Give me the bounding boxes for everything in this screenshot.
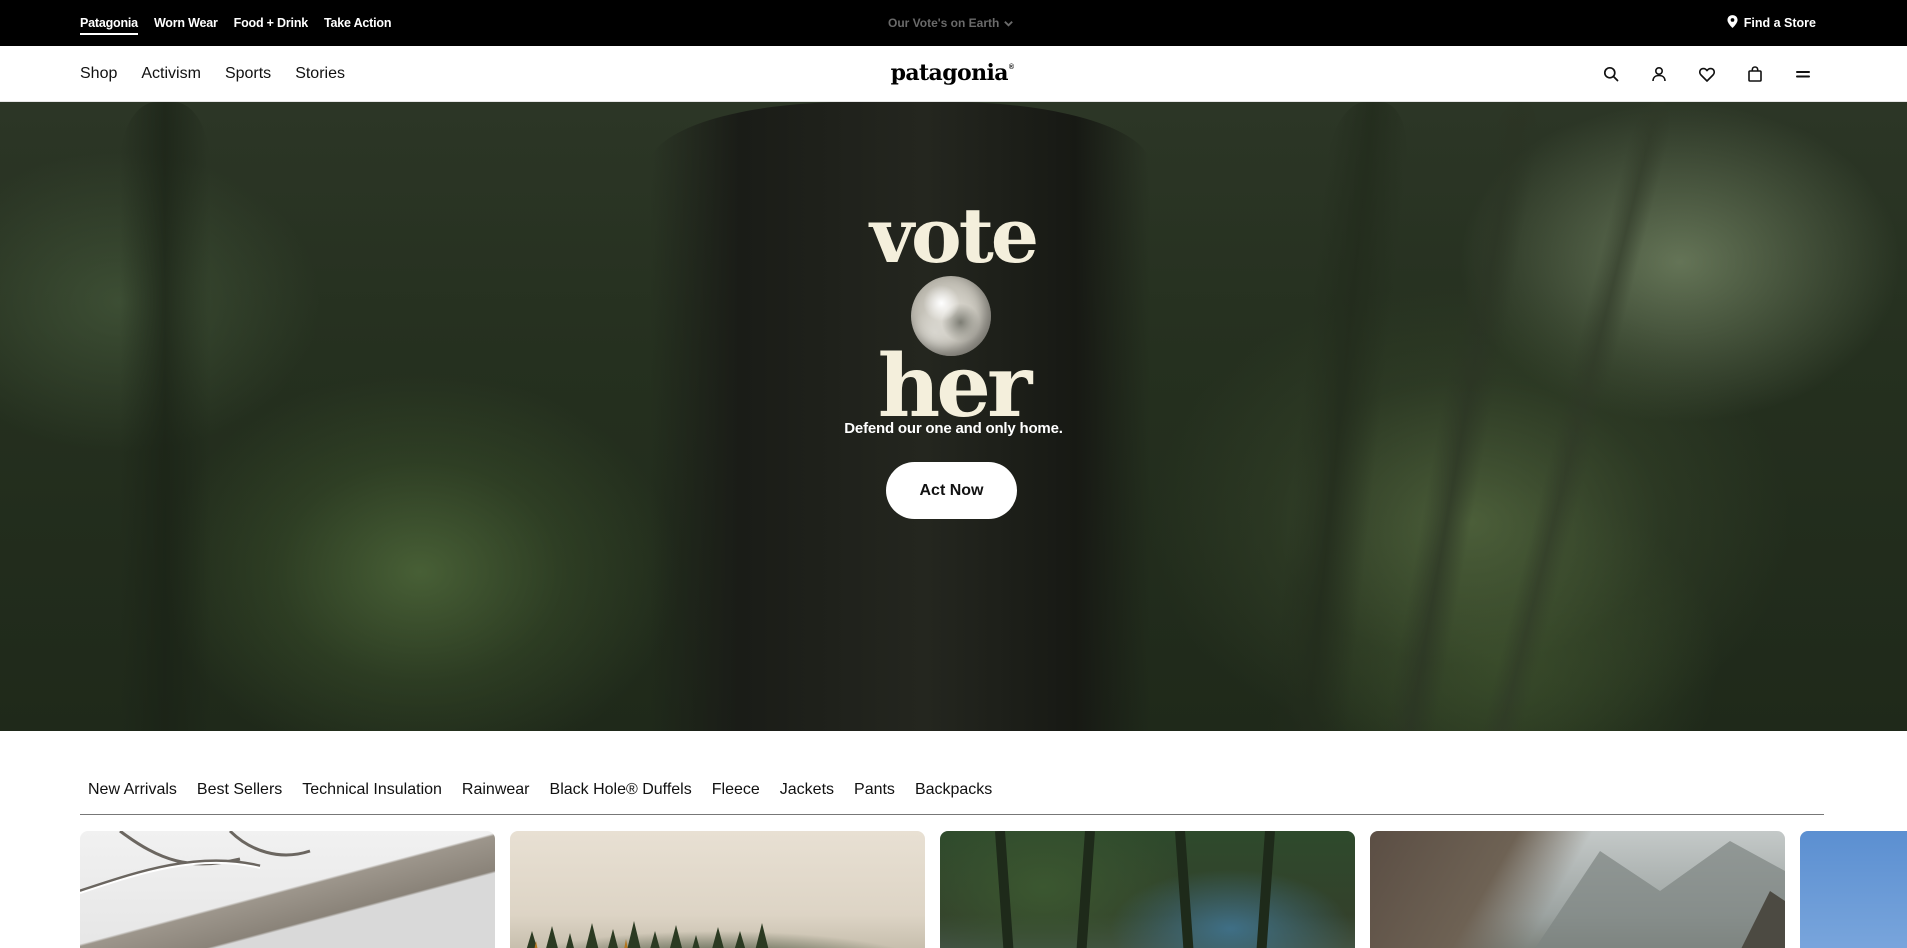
tab-rainwear[interactable]: Rainwear (462, 781, 530, 799)
act-now-button[interactable]: Act Now (886, 462, 1017, 519)
announcement-text: Our Vote's on Earth (888, 16, 1000, 30)
utility-link-food-drink[interactable]: Food + Drink (234, 0, 309, 46)
tab-backpacks[interactable]: Backpacks (915, 781, 992, 799)
tab-fleece[interactable]: Fleece (712, 781, 760, 799)
search-icon[interactable] (1601, 64, 1621, 84)
hero-banner: vote her Defend our one and only home. A… (0, 102, 1907, 731)
nav-icons (1601, 46, 1813, 102)
utility-link-patagonia[interactable]: Patagonia (80, 0, 138, 46)
carousel-card-forest-horizon[interactable] (510, 831, 925, 948)
snowy-branches-image (80, 831, 311, 894)
nav-link-sports[interactable]: Sports (225, 65, 271, 83)
pine-treeline-image (526, 921, 769, 948)
hero-subtitle: Defend our one and only home. (844, 420, 1063, 437)
category-list: New Arrivals Best Sellers Technical Insu… (88, 781, 992, 799)
creek-forest-image (995, 831, 1275, 948)
product-carousel (80, 831, 1907, 948)
category-tabs: New Arrivals Best Sellers Technical Insu… (80, 770, 1824, 815)
tab-technical-insulation[interactable]: Technical Insulation (302, 781, 442, 799)
chevron-down-icon (1003, 18, 1014, 29)
hero-headline-vote: vote (869, 191, 1039, 280)
utility-bar: Patagonia Worn Wear Food + Drink Take Ac… (0, 0, 1907, 46)
menu-icon[interactable] (1793, 64, 1813, 84)
nav-link-stories[interactable]: Stories (295, 65, 345, 83)
utility-link-worn-wear[interactable]: Worn Wear (154, 0, 218, 46)
location-pin-icon (1727, 15, 1738, 31)
main-nav: Shop Activism Sports Stories patagonia ® (0, 46, 1907, 102)
carousel-card-snowy-cabin[interactable] (80, 831, 495, 948)
nav-links: Shop Activism Sports Stories (80, 46, 345, 102)
cart-icon[interactable] (1745, 64, 1765, 84)
find-store-link[interactable]: Find a Store (1727, 0, 1816, 46)
mountain-cliffs-image (1535, 841, 1785, 948)
tab-new-arrivals[interactable]: New Arrivals (88, 781, 177, 799)
utility-links: Patagonia Worn Wear Food + Drink Take Ac… (80, 0, 391, 46)
tab-black-hole-duffels[interactable]: Black Hole® Duffels (550, 781, 692, 799)
account-icon[interactable] (1649, 64, 1669, 84)
tab-jackets[interactable]: Jackets (780, 781, 834, 799)
wishlist-icon[interactable] (1697, 64, 1717, 84)
carousel-card-sky[interactable] (1800, 831, 1907, 948)
tab-best-sellers[interactable]: Best Sellers (197, 781, 282, 799)
nav-link-shop[interactable]: Shop (80, 65, 117, 83)
logo-text: patagonia (890, 60, 1009, 86)
find-store-label: Find a Store (1743, 16, 1816, 30)
patagonia-logo[interactable]: patagonia ® (890, 58, 1014, 88)
tab-pants[interactable]: Pants (854, 781, 895, 799)
hero-headline-her: her (877, 336, 1033, 437)
carousel-card-creek-forest[interactable] (940, 831, 1355, 948)
utility-link-take-action[interactable]: Take Action (324, 0, 391, 46)
carousel-card-mountain-cliffs[interactable] (1370, 831, 1785, 948)
announcement-dropdown[interactable]: Our Vote's on Earth (888, 0, 1014, 46)
logo-registered-mark: ® (1008, 64, 1014, 71)
nav-link-activism[interactable]: Activism (141, 65, 201, 83)
hero-content: vote her Defend our one and only home. A… (0, 102, 1907, 731)
